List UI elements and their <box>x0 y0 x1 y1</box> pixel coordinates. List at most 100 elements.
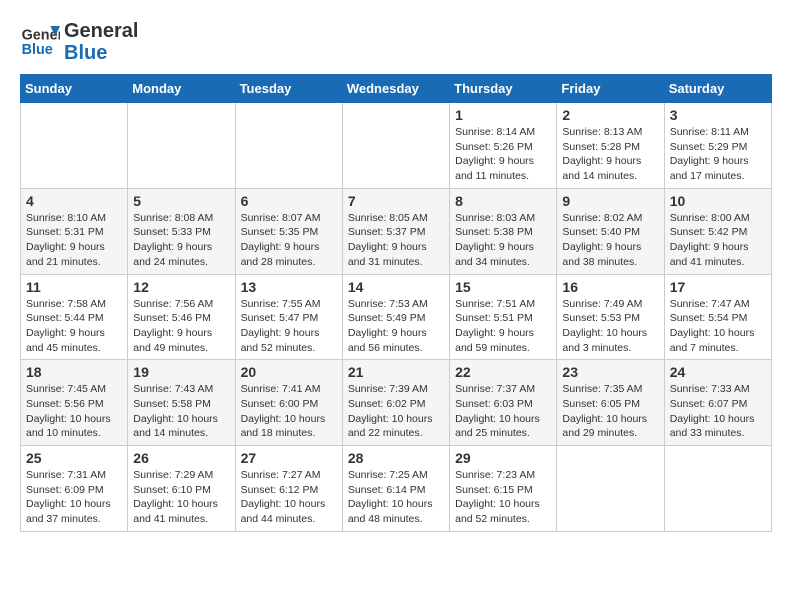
calendar-day-cell: 19 Sunrise: 7:43 AM Sunset: 5:58 PM Dayli… <box>128 360 235 446</box>
calendar-day-cell: 8 Sunrise: 8:03 AM Sunset: 5:38 PM Daylig… <box>450 188 557 274</box>
day-info: Sunrise: 7:47 AM Sunset: 5:54 PM Dayligh… <box>670 297 766 356</box>
calendar-day-cell: 27Sunrise: 7:27 AM Sunset: 6:12 PM Dayli… <box>235 446 342 532</box>
day-number: 2 <box>562 107 658 123</box>
calendar-week-row: 25 Sunrise: 7:31 AM Sunset: 6:09 PM Dayli… <box>21 446 772 532</box>
day-info: Sunrise: 8:11 AM Sunset: 5:29 PM Dayligh… <box>670 125 766 184</box>
weekday-header-sunday: Sunday <box>21 75 128 103</box>
day-number: 23 <box>562 364 658 380</box>
day-number: 28 <box>348 450 444 466</box>
day-number: 20 <box>241 364 337 380</box>
day-info: Sunrise: 8:08 AM Sunset: 5:33 PM Dayligh… <box>133 211 229 270</box>
calendar-week-row: 18 Sunrise: 7:45 AM Sunset: 5:56 PM Dayli… <box>21 360 772 446</box>
day-number: 21 <box>348 364 444 380</box>
calendar-day-cell: 20 Sunrise: 7:41 AM Sunset: 6:00 PM Dayli… <box>235 360 342 446</box>
calendar-day-cell: 9Sunrise: 8:02 AM Sunset: 5:40 PM Daylig… <box>557 188 664 274</box>
calendar-day-cell: 22 Sunrise: 7:37 AM Sunset: 6:03 PM Dayli… <box>450 360 557 446</box>
day-info: Sunrise: 7:33 AM Sunset: 6:07 PM Dayligh… <box>670 382 766 441</box>
day-info: Sunrise: 7:55 AM Sunset: 5:47 PM Dayligh… <box>241 297 337 356</box>
weekday-header-saturday: Saturday <box>664 75 771 103</box>
svg-text:Blue: Blue <box>22 42 53 58</box>
day-info: Sunrise: 7:37 AM Sunset: 6:03 PM Dayligh… <box>455 382 551 441</box>
empty-cell <box>557 446 664 532</box>
day-number: 22 <box>455 364 551 380</box>
day-info: Sunrise: 7:56 AM Sunset: 5:46 PM Dayligh… <box>133 297 229 356</box>
calendar-day-cell: 10 Sunrise: 8:00 AM Sunset: 5:42 PM Dayli… <box>664 188 771 274</box>
empty-cell <box>342 103 449 189</box>
day-number: 25 <box>26 450 122 466</box>
calendar-day-cell: 14Sunrise: 7:53 AM Sunset: 5:49 PM Dayli… <box>342 274 449 360</box>
calendar-day-cell: 7 Sunrise: 8:05 AM Sunset: 5:37 PM Daylig… <box>342 188 449 274</box>
day-info: Sunrise: 8:05 AM Sunset: 5:37 PM Dayligh… <box>348 211 444 270</box>
calendar-day-cell: 4Sunrise: 8:10 AM Sunset: 5:31 PM Daylig… <box>21 188 128 274</box>
calendar-day-cell: 17 Sunrise: 7:47 AM Sunset: 5:54 PM Dayli… <box>664 274 771 360</box>
weekday-header-wednesday: Wednesday <box>342 75 449 103</box>
calendar-day-cell: 21 Sunrise: 7:39 AM Sunset: 6:02 PM Dayli… <box>342 360 449 446</box>
day-number: 26 <box>133 450 229 466</box>
day-number: 11 <box>26 279 122 295</box>
day-number: 9 <box>562 193 658 209</box>
calendar-day-cell: 23Sunrise: 7:35 AM Sunset: 6:05 PM Dayli… <box>557 360 664 446</box>
day-number: 15 <box>455 279 551 295</box>
calendar-day-cell: 12 Sunrise: 7:56 AM Sunset: 5:46 PM Dayli… <box>128 274 235 360</box>
day-number: 6 <box>241 193 337 209</box>
calendar-day-cell: 5 Sunrise: 8:08 AM Sunset: 5:33 PM Daylig… <box>128 188 235 274</box>
day-info: Sunrise: 7:31 AM Sunset: 6:09 PM Dayligh… <box>26 468 122 527</box>
calendar-day-cell: 1 Sunrise: 8:14 AM Sunset: 5:26 PM Daylig… <box>450 103 557 189</box>
page-header: General Blue General Blue <box>20 20 772 64</box>
calendar-day-cell: 26 Sunrise: 7:29 AM Sunset: 6:10 PM Dayli… <box>128 446 235 532</box>
empty-cell <box>664 446 771 532</box>
day-number: 12 <box>133 279 229 295</box>
day-number: 7 <box>348 193 444 209</box>
calendar-day-cell: 28 Sunrise: 7:25 AM Sunset: 6:14 PM Dayli… <box>342 446 449 532</box>
day-info: Sunrise: 8:00 AM Sunset: 5:42 PM Dayligh… <box>670 211 766 270</box>
calendar-week-row: 1 Sunrise: 8:14 AM Sunset: 5:26 PM Daylig… <box>21 103 772 189</box>
day-info: Sunrise: 7:29 AM Sunset: 6:10 PM Dayligh… <box>133 468 229 527</box>
day-number: 13 <box>241 279 337 295</box>
calendar-day-cell: 24 Sunrise: 7:33 AM Sunset: 6:07 PM Dayli… <box>664 360 771 446</box>
day-number: 10 <box>670 193 766 209</box>
day-info: Sunrise: 8:13 AM Sunset: 5:28 PM Dayligh… <box>562 125 658 184</box>
calendar-table: SundayMondayTuesdayWednesdayThursdayFrid… <box>20 74 772 532</box>
weekday-header-thursday: Thursday <box>450 75 557 103</box>
calendar-day-cell: 11 Sunrise: 7:58 AM Sunset: 5:44 PM Dayli… <box>21 274 128 360</box>
day-number: 19 <box>133 364 229 380</box>
weekday-header-friday: Friday <box>557 75 664 103</box>
calendar-day-cell: 15Sunrise: 7:51 AM Sunset: 5:51 PM Dayli… <box>450 274 557 360</box>
day-info: Sunrise: 7:45 AM Sunset: 5:56 PM Dayligh… <box>26 382 122 441</box>
day-info: Sunrise: 8:03 AM Sunset: 5:38 PM Dayligh… <box>455 211 551 270</box>
day-number: 17 <box>670 279 766 295</box>
calendar-day-cell: 29 Sunrise: 7:23 AM Sunset: 6:15 PM Dayli… <box>450 446 557 532</box>
day-info: Sunrise: 7:39 AM Sunset: 6:02 PM Dayligh… <box>348 382 444 441</box>
weekday-header-monday: Monday <box>128 75 235 103</box>
day-number: 24 <box>670 364 766 380</box>
calendar-week-row: 4Sunrise: 8:10 AM Sunset: 5:31 PM Daylig… <box>21 188 772 274</box>
day-info: Sunrise: 7:41 AM Sunset: 6:00 PM Dayligh… <box>241 382 337 441</box>
day-info: Sunrise: 7:58 AM Sunset: 5:44 PM Dayligh… <box>26 297 122 356</box>
empty-cell <box>128 103 235 189</box>
day-info: Sunrise: 7:27 AM Sunset: 6:12 PM Dayligh… <box>241 468 337 527</box>
day-number: 1 <box>455 107 551 123</box>
calendar-day-cell: 6Sunrise: 8:07 AM Sunset: 5:35 PM Daylig… <box>235 188 342 274</box>
calendar-day-cell: 2 Sunrise: 8:13 AM Sunset: 5:28 PM Daylig… <box>557 103 664 189</box>
day-number: 4 <box>26 193 122 209</box>
calendar-day-cell: 13 Sunrise: 7:55 AM Sunset: 5:47 PM Dayli… <box>235 274 342 360</box>
day-number: 8 <box>455 193 551 209</box>
day-info: Sunrise: 7:43 AM Sunset: 5:58 PM Dayligh… <box>133 382 229 441</box>
day-number: 18 <box>26 364 122 380</box>
day-number: 16 <box>562 279 658 295</box>
day-info: Sunrise: 7:23 AM Sunset: 6:15 PM Dayligh… <box>455 468 551 527</box>
calendar-day-cell: 18 Sunrise: 7:45 AM Sunset: 5:56 PM Dayli… <box>21 360 128 446</box>
calendar-day-cell: 25 Sunrise: 7:31 AM Sunset: 6:09 PM Dayli… <box>21 446 128 532</box>
day-info: Sunrise: 8:14 AM Sunset: 5:26 PM Dayligh… <box>455 125 551 184</box>
day-info: Sunrise: 7:49 AM Sunset: 5:53 PM Dayligh… <box>562 297 658 356</box>
weekday-header-row: SundayMondayTuesdayWednesdayThursdayFrid… <box>21 75 772 103</box>
empty-cell <box>235 103 342 189</box>
day-info: Sunrise: 7:25 AM Sunset: 6:14 PM Dayligh… <box>348 468 444 527</box>
logo: General Blue General Blue <box>20 20 138 64</box>
day-number: 3 <box>670 107 766 123</box>
weekday-header-tuesday: Tuesday <box>235 75 342 103</box>
day-number: 29 <box>455 450 551 466</box>
day-number: 5 <box>133 193 229 209</box>
empty-cell <box>21 103 128 189</box>
calendar-day-cell: 16 Sunrise: 7:49 AM Sunset: 5:53 PM Dayli… <box>557 274 664 360</box>
